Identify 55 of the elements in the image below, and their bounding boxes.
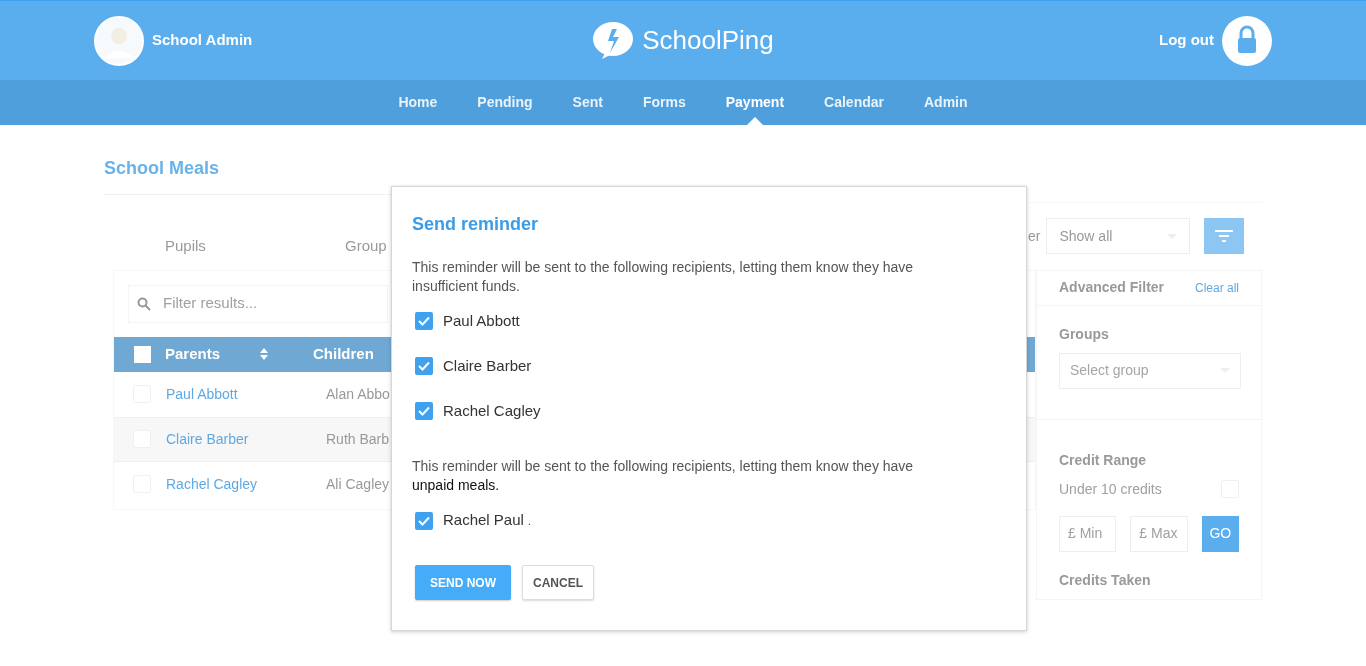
checkbox[interactable] <box>415 356 433 375</box>
panel-title: Advanced Filter <box>1059 278 1165 297</box>
nav-tab[interactable]: Calendar <box>824 80 884 125</box>
nav-tab[interactable]: Payment <box>725 80 785 125</box>
recipient-name: Rachel Paul . <box>443 510 531 530</box>
parent-link[interactable]: Rachel Cagley <box>166 473 326 495</box>
checkbox[interactable] <box>415 311 433 330</box>
filter-button[interactable] <box>1204 218 1245 254</box>
logout-button[interactable]: Log out <box>1159 29 1214 52</box>
checkbox[interactable] <box>134 345 151 363</box>
search-icon <box>137 296 151 311</box>
recipient-name: Claire Barber <box>443 356 532 376</box>
parent-link[interactable]: Paul Abbott <box>166 383 326 405</box>
nav-tab[interactable]: Forms <box>642 80 686 125</box>
dialog-message: This reminder will be sent to the following recipients, letting them know they have unpaid meals. <box>412 457 915 495</box>
dialog-message: This reminder will be sent to the following recipients, letting them know they have insufficient funds. <box>412 258 915 296</box>
recipient-name: Paul Abbott <box>443 311 520 331</box>
avatar-icon <box>94 15 144 66</box>
credits-taken-label: Credits Taken <box>1059 570 1152 590</box>
filter-label: er <box>1028 226 1041 246</box>
tab[interactable]: Pupils <box>165 235 345 258</box>
checkbox[interactable] <box>415 511 433 530</box>
show-select[interactable]: Show all <box>1046 218 1191 254</box>
column-header[interactable]: Children <box>313 342 374 366</box>
send-now-button[interactable]: SEND NOW <box>415 565 511 600</box>
nav-tab[interactable]: Home <box>398 80 438 125</box>
table-cell-text: Ruth Barb <box>326 429 390 449</box>
lightning-bubble-icon <box>592 20 635 61</box>
min-field[interactable]: £ Min <box>1059 515 1117 552</box>
table-cell-text: Alan Abbo <box>326 384 390 404</box>
nav-tab[interactable]: Pending <box>477 80 533 125</box>
credit-range-label: Credit Range <box>1059 450 1148 470</box>
under-credits-label: Under 10 credits <box>1059 479 1162 499</box>
search-input[interactable]: Filter results... <box>163 292 363 315</box>
parent-link[interactable]: Claire Barber <box>166 428 326 450</box>
group-select[interactable]: Select group <box>1059 352 1241 389</box>
lock-icon[interactable] <box>1222 15 1272 66</box>
logo-text: SchoolPing <box>642 24 774 57</box>
groups-label: Groups <box>1059 324 1110 344</box>
clear-all-link[interactable]: Clear all <box>1195 278 1239 297</box>
tab[interactable]: Group <box>345 235 387 258</box>
recipient-name: Rachel Cagley <box>443 401 541 421</box>
search-field[interactable]: Filter results... <box>128 284 388 323</box>
nav-tab[interactable]: Sent <box>572 80 603 125</box>
column-header[interactable]: Parents <box>165 342 260 366</box>
go-button[interactable]: GO <box>1201 515 1239 552</box>
filter-icon <box>1215 230 1234 242</box>
user-name: School Admin <box>152 30 253 51</box>
table-cell-text: Ali Cagley <box>326 474 390 494</box>
sort-icon[interactable] <box>260 348 268 360</box>
checkbox[interactable] <box>415 401 433 420</box>
nav-tab[interactable]: Admin <box>924 80 968 125</box>
cancel-button[interactable]: CANCEL <box>522 565 594 600</box>
max-field[interactable]: £ Max <box>1130 515 1188 552</box>
dialog-title: Send reminder <box>412 213 540 236</box>
